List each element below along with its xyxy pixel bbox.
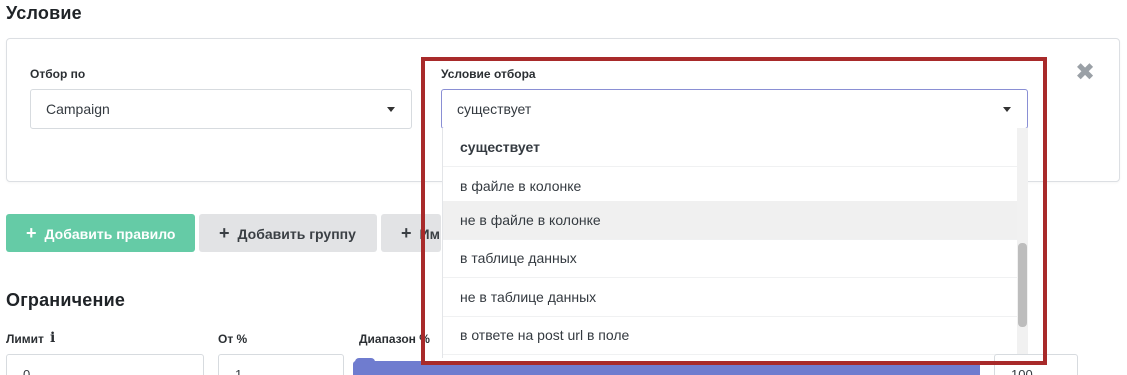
- limit-title: Ограничение: [6, 290, 126, 310]
- chevron-down-icon: [387, 107, 395, 112]
- dropdown-option[interactable]: не в файле в колонке: [443, 201, 1019, 240]
- limit-label: Лимит: [6, 332, 44, 346]
- from-percent-input[interactable]: 1: [218, 354, 344, 375]
- import-label: Им: [419, 226, 440, 242]
- plus-icon: +: [26, 223, 37, 243]
- info-icon[interactable]: i: [50, 330, 55, 346]
- chevron-down-icon: [1003, 107, 1011, 112]
- range-slider[interactable]: [353, 361, 980, 375]
- add-rule-button[interactable]: + Добавить правило: [6, 214, 195, 252]
- filter-condition-value: существует: [457, 101, 532, 117]
- range-max-input[interactable]: 100: [994, 354, 1078, 375]
- dropdown-option[interactable]: в таблице данных: [443, 239, 1019, 278]
- range-slider-handle[interactable]: [355, 358, 375, 375]
- import-button[interactable]: + Им: [381, 214, 441, 252]
- add-group-label: Добавить группу: [237, 226, 356, 242]
- dropdown-option[interactable]: существует: [443, 128, 1019, 167]
- dropdown-option[interactable]: в ответе на post url в поле: [443, 316, 1019, 355]
- add-group-button[interactable]: + Добавить группу: [199, 214, 377, 252]
- add-rule-label: Добавить правило: [44, 226, 176, 242]
- limit-input[interactable]: 0: [6, 354, 204, 375]
- dropdown-option[interactable]: не в таблице данных: [443, 278, 1019, 317]
- range-percent-label: Диапазон %: [359, 332, 430, 346]
- from-percent-label: От %: [218, 332, 248, 346]
- close-icon[interactable]: ✖: [1074, 61, 1096, 85]
- plus-icon: +: [219, 223, 230, 243]
- filter-condition-label: Условие отбора: [441, 67, 536, 81]
- filter-by-select[interactable]: Campaign: [30, 89, 412, 129]
- condition-title: Условие: [6, 3, 82, 23]
- dropdown-scrollbar-thumb[interactable]: [1018, 243, 1027, 327]
- filter-condition-select[interactable]: существует: [441, 89, 1028, 129]
- filter-by-label: Отбор по: [30, 67, 86, 81]
- plus-icon: +: [401, 223, 412, 243]
- filter-by-value: Campaign: [46, 101, 110, 117]
- filter-condition-dropdown: существует в файле в колонке не в файле …: [442, 128, 1028, 358]
